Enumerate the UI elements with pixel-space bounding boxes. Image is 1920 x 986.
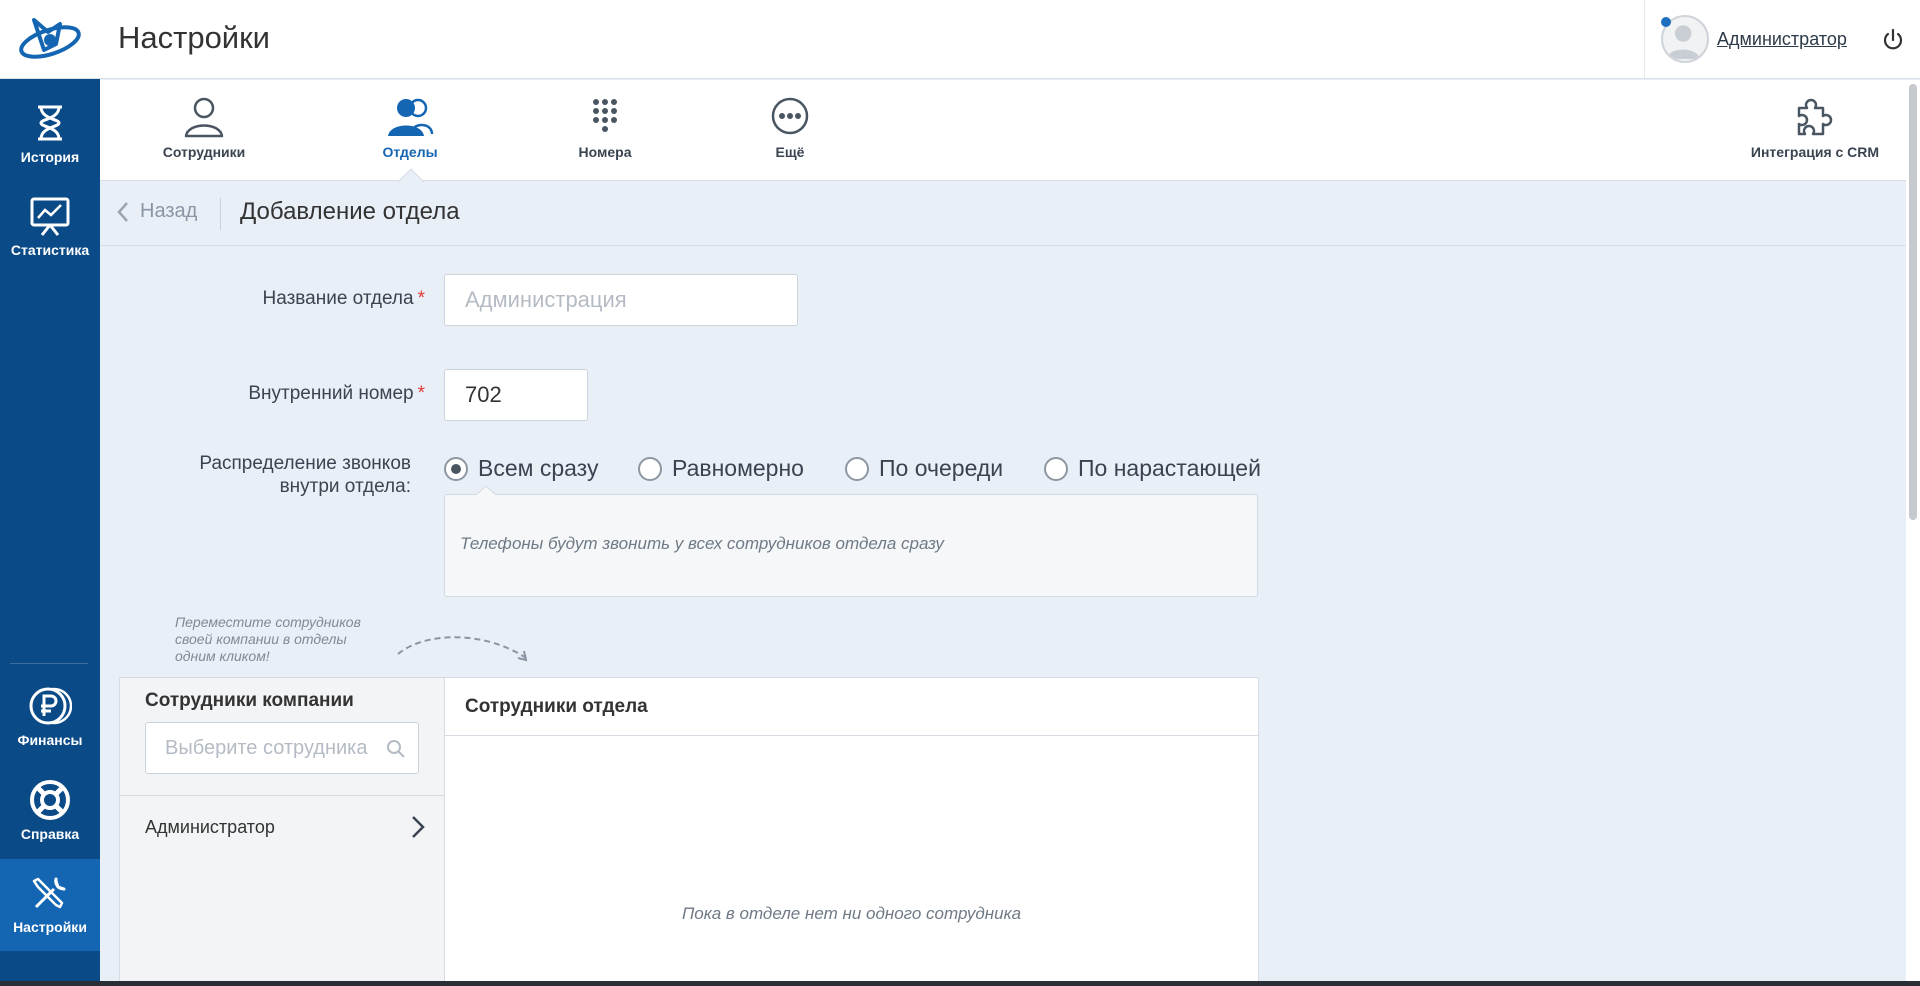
company-employees-panel: Сотрудники компании Администратор [119, 677, 446, 986]
page-title: Настройки [118, 20, 271, 55]
empty-state-text: Пока в отделе нет ни одного сотрудника [681, 904, 1022, 923]
sidebar-item-label: Настройки [13, 919, 87, 935]
drag-hint: Переместите сотрудников своей компании в… [175, 614, 395, 665]
radio-label: По нарастающей [1078, 455, 1261, 481]
app-logo-icon[interactable] [14, 10, 86, 70]
tab-label: Интеграция с CRM [1750, 144, 1880, 160]
puzzle-icon [1797, 98, 1833, 136]
extension-input[interactable] [444, 369, 588, 421]
ruble-coins-icon [29, 687, 72, 725]
extension-label: Внутренний номер * [200, 383, 425, 405]
tab-label: Отделы [382, 144, 438, 160]
user-menu[interactable]: Администратор [1644, 0, 1884, 78]
window-bottom-edge [0, 981, 1920, 986]
sidebar-item-settings[interactable]: Настройки [0, 859, 100, 951]
department-employees-panel: Сотрудники отдела Пока в отделе нет ни о… [444, 677, 1259, 986]
tab-numbers[interactable]: Номера [565, 80, 645, 180]
employee-name: Администратор [145, 816, 275, 837]
radio-circle[interactable] [444, 456, 468, 481]
sidebar: История Статистика Финансы Справка Настр… [0, 79, 100, 986]
subheader: Назад Добавление отдела [100, 182, 1906, 246]
chevron-left-icon [117, 201, 128, 222]
tab-label: Ещё [775, 144, 805, 160]
search-icon[interactable] [386, 739, 406, 759]
radio-circle[interactable] [1044, 456, 1068, 481]
radio-label: Всем сразу [478, 455, 599, 481]
dashed-arrow-icon [397, 636, 528, 662]
back-button[interactable]: Назад [116, 200, 197, 223]
hint-line: своей компании в отделы [175, 631, 347, 647]
users-icon [388, 98, 434, 136]
radio-selected-dot [451, 463, 461, 474]
sidebar-divider [10, 663, 88, 664]
hourglass-icon [38, 105, 62, 141]
sidebar-item-label: Финансы [17, 732, 83, 748]
tab-more[interactable]: Ещё [750, 80, 830, 180]
chevron-right-icon[interactable] [410, 815, 426, 839]
employee-search-input[interactable] [146, 723, 418, 773]
sidebar-item-label: История [20, 149, 80, 165]
app-header: Настройки Администратор [0, 0, 1920, 79]
label-text: Название отдела [262, 288, 414, 309]
department-name-input[interactable] [444, 274, 798, 326]
radio-all-at-once[interactable]: Всем сразу [444, 455, 598, 482]
tab-departments[interactable]: Отделы [370, 80, 450, 180]
form-title: Добавление отдела [240, 198, 460, 225]
scrollbar-thumb[interactable] [1909, 84, 1917, 520]
hint-line: Переместите сотрудников [175, 614, 361, 630]
label-text: Внутренний номер [248, 383, 414, 404]
required-mark: * [417, 288, 425, 309]
department-name-label: Название отдела * [200, 288, 426, 310]
keypad-icon [593, 99, 617, 132]
user-name-link[interactable]: Администратор [1717, 29, 1847, 50]
user-icon [184, 97, 224, 138]
radio-circle[interactable] [845, 456, 869, 481]
radio-evenly[interactable]: Равномерно [638, 455, 804, 482]
distribution-label: Распределение звонков внутри отдела: [150, 452, 411, 498]
sidebar-item-finance[interactable]: Финансы [0, 672, 100, 764]
panel-title: Сотрудники отдела [465, 696, 648, 717]
radio-label: Равномерно [672, 455, 804, 481]
radio-ascending[interactable]: По нарастающей [1044, 455, 1261, 482]
settings-tabs: Сотрудники Отделы Номера Ещё Интеграция … [100, 80, 1906, 181]
hint-pointer [476, 485, 496, 495]
label-text: внутри отдела: [279, 476, 411, 497]
divider [220, 198, 221, 230]
lifebuoy-icon [30, 780, 70, 820]
tab-label: Сотрудники [162, 144, 246, 160]
wrench-screwdriver-icon [32, 877, 66, 909]
employee-search [145, 722, 419, 774]
sidebar-item-history[interactable]: История [0, 89, 100, 181]
logout-power-icon[interactable] [1880, 27, 1906, 53]
panel-title: Сотрудники компании [145, 690, 354, 711]
presentation-chart-icon [30, 197, 70, 236]
more-icon [771, 97, 809, 135]
radio-label: По очереди [879, 455, 1004, 481]
tab-label: Номера [578, 144, 632, 160]
online-status-dot [1661, 17, 1671, 27]
tab-employees[interactable]: Сотрудники [162, 80, 246, 180]
radio-in-turn[interactable]: По очереди [845, 455, 1003, 482]
divider [445, 735, 1258, 736]
page-scrollbar[interactable] [1906, 80, 1920, 986]
active-tab-indicator [398, 168, 424, 182]
sidebar-item-label: Статистика [10, 242, 90, 258]
sidebar-item-statistics[interactable]: Статистика [0, 182, 100, 274]
back-label: Назад [140, 200, 198, 222]
list-item[interactable]: Администратор [120, 796, 446, 858]
hint-line: одним кликом! [175, 648, 270, 664]
distribution-hint-text: Телефоны будут звонить у всех сотруднико… [460, 534, 944, 553]
sidebar-item-label: Справка [20, 826, 80, 842]
radio-circle[interactable] [638, 456, 662, 481]
label-text: Распределение звонков [199, 453, 411, 474]
sidebar-item-help[interactable]: Справка [0, 766, 100, 858]
tab-crm-integration[interactable]: Интеграция с CRM [1740, 80, 1890, 180]
required-mark: * [417, 383, 425, 404]
